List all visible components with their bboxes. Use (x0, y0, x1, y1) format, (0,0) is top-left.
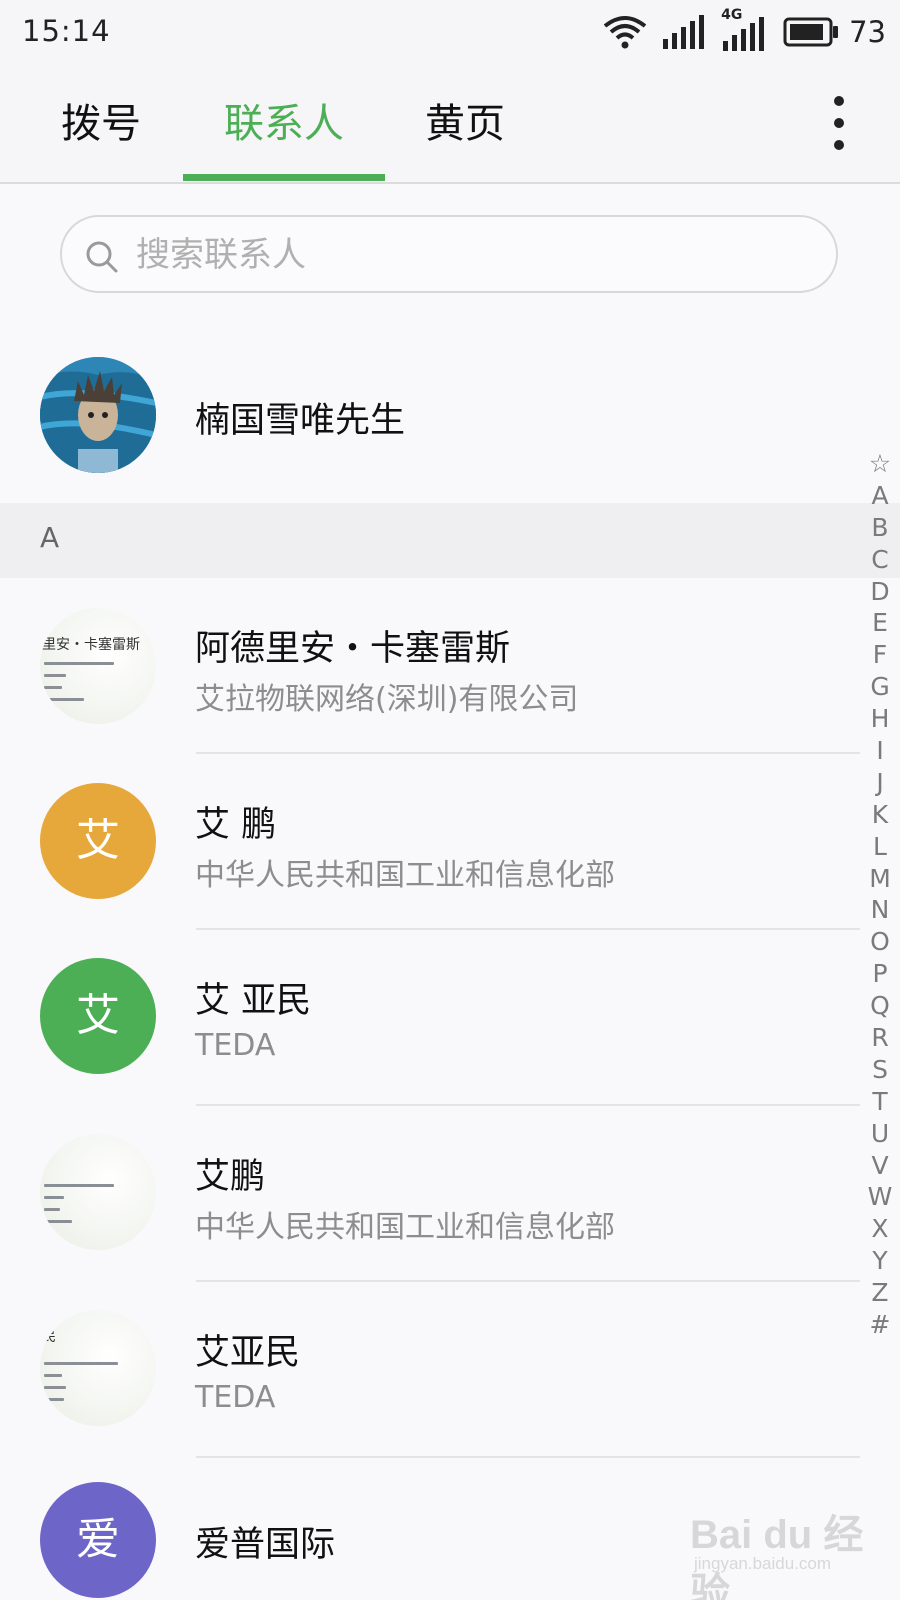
index-letter[interactable]: M (862, 863, 898, 895)
index-letter[interactable]: Y (862, 1245, 898, 1277)
contact-name: 爱普国际 (195, 1525, 336, 1565)
search-input[interactable] (134, 217, 828, 293)
index-letter[interactable]: # (862, 1309, 898, 1341)
contact-company: 中华人民共和国工业和信息化部 (195, 1210, 615, 1245)
index-letter[interactable]: L (862, 831, 898, 863)
index-letter[interactable]: J (862, 767, 898, 799)
index-letter[interactable]: Z (862, 1277, 898, 1309)
contact-company: 中华人民共和国工业和信息化部 (195, 858, 615, 893)
contact-company: TEDA (195, 1028, 276, 1063)
contact-photo-business-card: 里安・卡塞雷斯 (40, 608, 156, 724)
status-icons: 4G 73 (603, 7, 886, 52)
index-letter[interactable]: U (862, 1118, 898, 1150)
tab-yellow-pages[interactable]: 黄页 (400, 66, 530, 182)
my-profile-avatar (40, 357, 156, 473)
section-letter: A (40, 521, 60, 554)
contact-company: 艾拉物联网络(深圳)有限公司 (195, 682, 579, 717)
card-text-line (44, 1196, 64, 1199)
search-bar[interactable] (60, 215, 838, 293)
contact-row[interactable]: 艾 艾 鹏 中华人民共和国工业和信息化部 (0, 754, 860, 928)
index-letter[interactable]: E (862, 607, 898, 639)
index-letter[interactable]: K (862, 799, 898, 831)
contact-letter-avatar: 艾 (40, 958, 156, 1074)
search-icon (84, 239, 120, 279)
overflow-menu-dot (834, 140, 844, 150)
contact-name: 艾 鹏 (195, 805, 277, 845)
contact-letter-avatar: 艾 (40, 783, 156, 899)
contact-letter-avatar: 爱 (40, 1482, 156, 1598)
index-letter[interactable]: R (862, 1022, 898, 1054)
contact-photo-business-card (40, 1134, 156, 1250)
more-options-button[interactable] (828, 96, 852, 152)
contact-name: 艾亚民 (195, 1333, 301, 1373)
contact-row[interactable]: 里安・卡塞雷斯 阿德里安・卡塞雷斯 艾拉物联网络(深圳)有限公司 (0, 578, 860, 752)
contact-row[interactable]: 艾 艾 亚民 TEDA (0, 930, 860, 1104)
card-text-line (44, 1386, 66, 1389)
index-letter[interactable]: Q (862, 990, 898, 1022)
index-letter[interactable]: B (862, 512, 898, 544)
my-profile-name: 楠国雪唯先生 (195, 401, 406, 441)
card-text-line (44, 1398, 64, 1401)
battery-percentage: 73 (849, 15, 886, 49)
contact-company: TEDA (195, 1380, 276, 1415)
status-bar: 15:14 4G 73 (0, 0, 900, 66)
contact-name: 艾 亚民 (195, 981, 312, 1021)
index-letter[interactable]: N (862, 894, 898, 926)
battery-icon (783, 17, 839, 47)
index-letter[interactable]: V (862, 1150, 898, 1182)
index-letter[interactable]: W (862, 1181, 898, 1213)
section-header-a: A (0, 503, 900, 578)
card-text-line (44, 1184, 114, 1187)
overflow-menu-icon (834, 96, 844, 106)
index-letter[interactable]: I (862, 735, 898, 767)
index-letter[interactable]: F (862, 639, 898, 671)
index-letter[interactable]: G (862, 671, 898, 703)
signal-strength-icon (661, 15, 707, 49)
wifi-icon (603, 14, 647, 50)
my-profile-row[interactable]: 楠国雪唯先生 (0, 340, 860, 490)
index-letter[interactable]: H (862, 703, 898, 735)
index-letter[interactable]: X (862, 1213, 898, 1245)
card-text-line (44, 1362, 118, 1365)
watermark-main-text: Bai du 经验 (690, 1513, 864, 1600)
index-letter[interactable]: P (862, 958, 898, 990)
active-tab-indicator (183, 174, 385, 181)
index-letter[interactable]: O (862, 926, 898, 958)
signal-4g-icon: 4G (721, 7, 767, 51)
index-letter[interactable]: S (862, 1054, 898, 1086)
index-letter[interactable]: C (862, 544, 898, 576)
contact-row[interactable]: 艾鹏 中华人民共和国工业和信息化部 (0, 1106, 860, 1280)
index-letter[interactable]: D (862, 576, 898, 608)
index-letter[interactable]: T (862, 1086, 898, 1118)
card-text-line (44, 1374, 62, 1377)
card-text-line (44, 1220, 72, 1223)
contact-name: 艾鹏 (195, 1157, 266, 1197)
tab-dialer[interactable]: 拨号 (36, 66, 166, 182)
alphabet-index-bar[interactable]: ☆ A B C D E F G H I J K L M N O P Q R S T U V W X Y Z # (862, 448, 898, 1341)
index-letter[interactable]: A (862, 480, 898, 512)
card-text-line (44, 698, 84, 701)
contact-photo-business-card: 民 (40, 1310, 156, 1426)
contacts-screen: 15:14 4G 73 拨号 联系人 黄页 搜索联系人 楠国雪唯先生 A 里安・… (0, 0, 900, 1600)
contact-name: 阿德里安・卡塞雷斯 (195, 629, 511, 669)
overflow-menu-dot (834, 118, 844, 128)
tab-contacts[interactable]: 联系人 (183, 66, 385, 182)
card-title-text: 民 (42, 1329, 56, 1345)
card-title-text: 里安・卡塞雷斯 (42, 637, 140, 653)
index-favorites-star-icon[interactable]: ☆ (862, 448, 898, 480)
card-text-line (44, 1208, 60, 1211)
baidu-jingyan-watermark: Bai du 经验 jingyan.baidu.com (690, 1500, 890, 1600)
card-text-line (44, 662, 114, 665)
card-text-line (44, 686, 62, 689)
contact-row[interactable]: 民 艾亚民 TEDA (0, 1282, 860, 1456)
tab-bar: 拨号 联系人 黄页 (0, 66, 900, 184)
status-time: 15:14 (22, 14, 111, 48)
card-text-line (44, 674, 66, 677)
watermark-sub-text: jingyan.baidu.com (694, 1554, 832, 1573)
